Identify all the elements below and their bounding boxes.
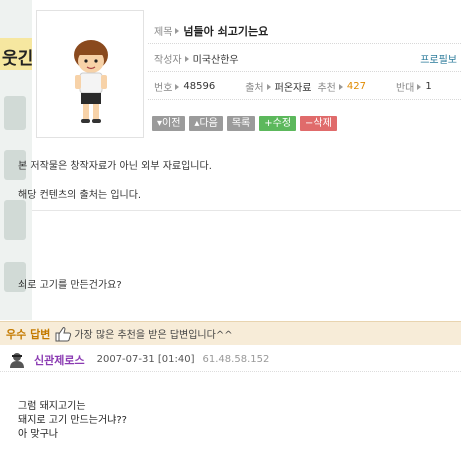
- post-author[interactable]: 미국산한우: [193, 51, 239, 66]
- arrow-icon: [417, 83, 422, 90]
- best-answer-text: 가장 많은 추천을 받은 답변입니다^^: [74, 330, 233, 341]
- profile-link[interactable]: 프로필보: [420, 51, 457, 66]
- arrow-icon: [175, 83, 180, 90]
- oppose-label: 반대: [395, 83, 415, 94]
- answer-line: 아 맞구나: [18, 429, 58, 440]
- answer-author[interactable]: 신관제로스: [34, 352, 85, 368]
- author-row: 작성자 미국산한우 프로필보: [148, 46, 461, 72]
- notice-external: 본 저작물은 창작자료가 아닌 외부 자료입니다.: [18, 161, 212, 172]
- question-text: 쇠로 고기를 만든건가요?: [18, 280, 122, 291]
- info-row: 번호 48596 출처 퍼온자료 추천 427 반대 1: [148, 74, 461, 100]
- action-row: ▾이전 ▴다음 목록 +수정 −삭제: [148, 110, 461, 136]
- best-answer-bar: 우수 답변 가장 많은 추천을 받은 답변입니다^^: [0, 321, 461, 345]
- arrow-icon: [266, 83, 271, 90]
- recommend-count: 427: [346, 81, 366, 92]
- arrow-icon: [338, 83, 343, 90]
- brush-stroke: [4, 200, 26, 240]
- delete-button[interactable]: −삭제: [300, 115, 337, 131]
- answer-body: 그럼 돼지고기는 돼지로 고기 만드는거냐?? 아 맞구나: [18, 400, 127, 442]
- post-source: 퍼온자료: [274, 83, 312, 94]
- oppose-count: 1: [425, 81, 432, 92]
- user-avatar-icon: [10, 352, 24, 368]
- brush-stroke: [4, 96, 26, 130]
- number-label: 번호: [154, 83, 173, 94]
- post-title: 넘들아 쇠고기는요: [183, 24, 269, 38]
- author-label: 작성자: [154, 55, 182, 66]
- avatar[interactable]: [36, 10, 144, 138]
- post-number: 48596: [183, 81, 216, 92]
- notice-source: 해당 컨텐츠의 출처는 입니다.: [18, 190, 142, 201]
- thumbs-up-icon: [55, 326, 72, 341]
- title-label: 제목: [154, 27, 173, 38]
- answer-date: 2007-07-31 [01:40]: [96, 354, 195, 365]
- divider: [32, 210, 461, 211]
- list-button[interactable]: 목록: [226, 115, 256, 131]
- source-label: 출처: [245, 83, 264, 94]
- answer-line: 그럼 돼지고기는: [18, 401, 86, 412]
- edit-button[interactable]: +수정: [259, 115, 297, 131]
- recommend-label: 추천: [317, 83, 336, 94]
- title-row: 제목 넘들아 쇠고기는요: [148, 18, 461, 44]
- next-button[interactable]: ▴다음: [189, 115, 223, 131]
- side-banner-title: 웃긴: [2, 49, 32, 69]
- prev-button[interactable]: ▾이전: [152, 115, 186, 131]
- answer-header: 신관제로스 2007-07-31 [01:40] 61.48.58.152: [0, 348, 461, 372]
- arrow-icon: [184, 55, 189, 62]
- avatar-character-icon: [74, 40, 108, 123]
- answer-ip: 61.48.58.152: [202, 354, 270, 365]
- post-header: 제목 넘들아 쇠고기는요 작성자 미국산한우 프로필보 번호 48596 출처 …: [32, 10, 461, 140]
- arrow-icon: [175, 27, 180, 34]
- best-answer-label: 우수 답변: [6, 327, 51, 341]
- answer-line: 돼지로 고기 만드는거냐??: [18, 415, 127, 426]
